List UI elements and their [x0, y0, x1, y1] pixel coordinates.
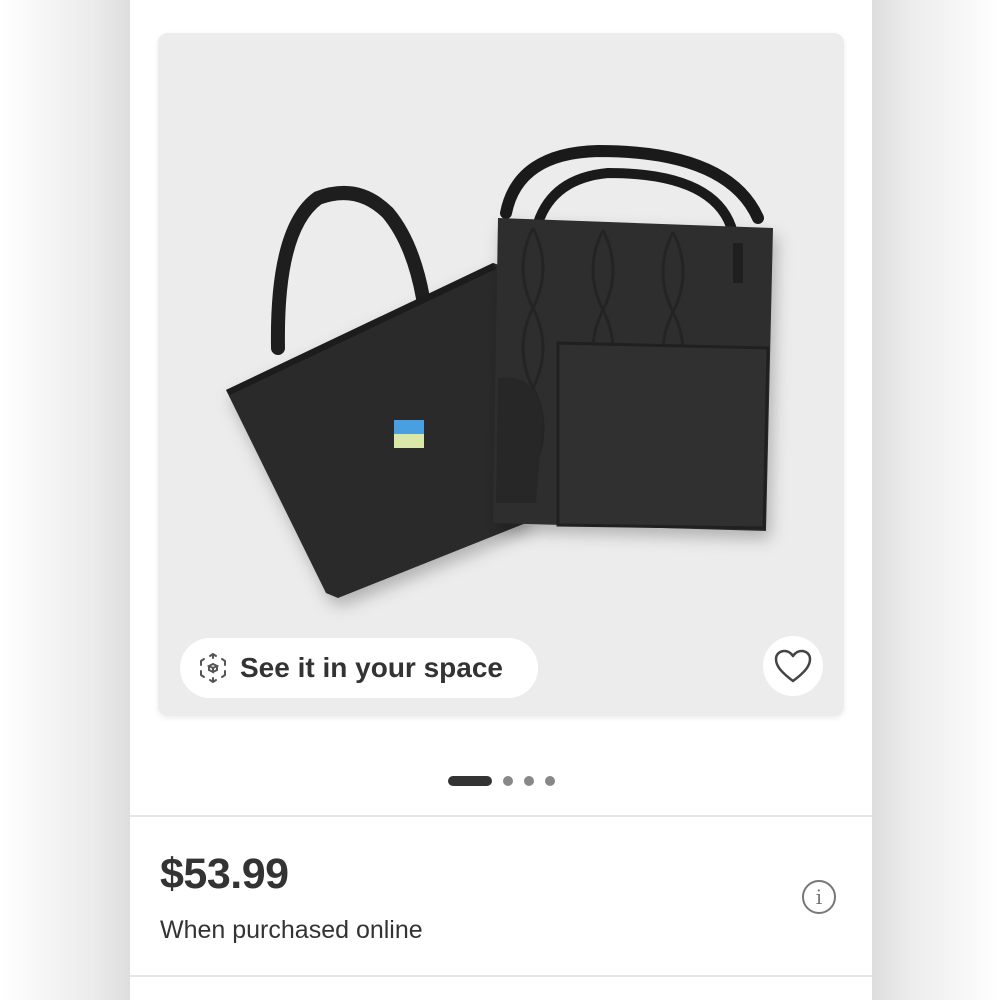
carousel-dot-1[interactable]: [447, 776, 492, 786]
heart-outline-icon: [774, 649, 812, 683]
section-divider-bottom: [130, 975, 872, 977]
carousel-dot-2[interactable]: [502, 776, 513, 786]
cube-ar-icon: [194, 649, 232, 687]
section-divider: [130, 815, 872, 817]
carousel-dot-3[interactable]: [523, 776, 534, 786]
carousel-indicator: [130, 774, 872, 788]
info-glyph: i: [815, 885, 823, 909]
price-note: When purchased online: [160, 916, 423, 944]
product-image-carousel[interactable]: See it in your space: [158, 33, 844, 716]
info-icon[interactable]: i: [802, 880, 836, 914]
brand-label: [394, 420, 424, 434]
product-image: [226, 144, 773, 598]
right-backdrop: [872, 0, 1000, 1000]
product-detail-screen: See it in your space $53.99 When purchas…: [130, 0, 872, 1000]
see-in-your-space-button[interactable]: See it in your space: [180, 638, 538, 698]
carousel-dot-4[interactable]: [544, 776, 555, 786]
product-price: $53.99: [160, 850, 289, 898]
favorite-button[interactable]: [763, 636, 823, 696]
see-in-your-space-label: See it in your space: [240, 652, 503, 683]
left-backdrop: [0, 0, 130, 1000]
